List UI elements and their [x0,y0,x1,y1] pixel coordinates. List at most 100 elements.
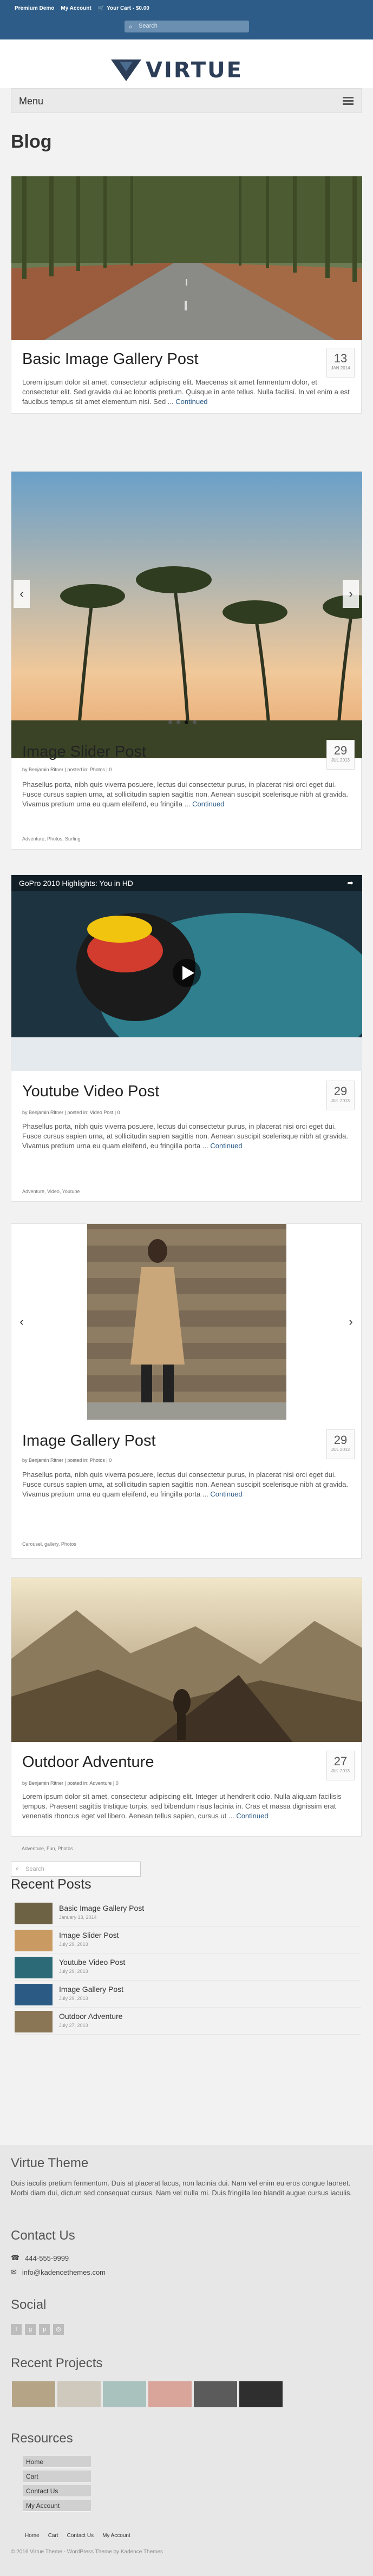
continued-link[interactable]: Continued [210,1490,242,1498]
project-thumb[interactable] [239,2381,283,2407]
recent-projects [12,2381,283,2407]
post-excerpt: Phasellus porta, nibh quis viverra posue… [22,780,352,809]
resources-link-contact[interactable]: Contact Us [23,2485,91,2497]
recent-post-item[interactable]: Basic Image Gallery Post January 13, 2014 [15,1899,361,1926]
post-meta: by Benjamin Ritner | posted in: Photos |… [22,767,112,772]
logo-mark-icon [111,59,141,81]
footer-link-account[interactable]: My Account [102,2533,130,2539]
post-excerpt: Lorem ipsum dolor sit amet, consectetur … [22,1792,352,1821]
contact-email[interactable]: ✉ info@kadencethemes.com [11,2268,106,2276]
post-date: 13 JAN 2014 [326,348,355,378]
post-excerpt: Phasellus porta, nibh quis viverra posue… [22,1470,352,1499]
page-title: Blog [11,131,52,152]
copyright: © 2016 Virtue Theme - WordPress Theme by… [11,2549,163,2555]
project-thumb[interactable] [148,2381,192,2407]
post-card: Basic Image Gallery Post 13 JAN 2014 Lore… [11,176,362,414]
footer-link-contact[interactable]: Contact Us [67,2533,94,2539]
resources-link-cart[interactable]: Cart [23,2471,91,2482]
recent-post-title: Image Gallery Post [59,1985,124,1994]
dribbble-icon[interactable]: ◎ [53,2324,64,2335]
recent-post-title: Youtube Video Post [59,1958,126,1966]
post-month: JUL 2013 [331,1447,350,1452]
facebook-icon[interactable]: f [11,2324,22,2335]
post-day: 29 [333,1084,348,1098]
recent-post-thumb [15,2011,53,2032]
resources-link-account[interactable]: My Account [23,2500,91,2512]
post-day: 29 [333,744,348,757]
continued-link[interactable]: Continued [210,1142,242,1150]
top-bar: Premium Demo My Account 🛒 Your Cart - $0.… [0,0,373,39]
post-image[interactable] [87,1224,286,1420]
resources-link-home[interactable]: Home [23,2456,91,2468]
post-day: 13 [333,352,348,365]
post-card: GoPro 2010 Highlights: You in HD ➦ Youtu… [11,875,362,1202]
top-search-input[interactable]: ⌕ Search [125,21,249,32]
share-icon[interactable]: ➦ [347,878,354,888]
social-links: f g p ◎ [11,2324,64,2335]
post-tags[interactable]: Adventure, Photos, Surfing [22,836,81,842]
recent-post-date: July 29, 2013 [59,1969,88,1974]
hamburger-icon [343,95,354,105]
footer-bottom-nav: Home Cart Contact Us My Account [25,2533,130,2539]
gallery-next-icon[interactable]: › [343,1308,359,1336]
my-account-link[interactable]: My Account [61,5,91,11]
post-excerpt-text: Phasellus porta, nibh quis viverra posue… [22,1122,348,1150]
project-thumb[interactable] [103,2381,146,2407]
post-title[interactable]: Basic Image Gallery Post [22,350,199,368]
recent-post-title: Outdoor Adventure [59,2012,123,2021]
post-image[interactable] [11,176,362,340]
post-tags[interactable]: Adventure, Video, Youtube [22,1189,80,1194]
continued-link[interactable]: Continued [192,800,224,808]
project-thumb[interactable] [194,2381,237,2407]
post-month: JAN 2014 [331,366,350,370]
post-excerpt-text: Lorem ipsum dolor sit amet, consectetur … [22,1792,342,1820]
post-image[interactable] [11,1578,362,1742]
post-card: ‹ › Image Slider Post 29 JUL 2013 by Benj… [11,471,362,850]
footer-link-cart[interactable]: Cart [48,2533,58,2539]
post-excerpt: Phasellus porta, nibh quis viverra posue… [22,1122,352,1151]
recent-post-item[interactable]: Image Gallery Post July 29, 2013 [15,1981,361,2008]
post-tags[interactable]: Carousel, gallery, Photos [22,1541,76,1547]
project-thumb[interactable] [12,2381,55,2407]
site-logo[interactable]: VIRTUE [111,58,243,83]
cart-link[interactable]: 🛒 Your Cart - $0.00 [98,5,149,11]
continued-link[interactable]: Continued [175,398,207,406]
slider-prev-icon[interactable]: ‹ [14,580,30,608]
video-player[interactable] [11,875,362,1071]
post-day: 29 [333,1433,348,1447]
post-excerpt-text: Phasellus porta, nibh quis viverra posue… [22,1471,348,1498]
footer-link-home[interactable]: Home [25,2533,40,2539]
post-slider[interactable] [11,472,362,758]
mobile-menu-toggle[interactable]: Menu [11,88,362,113]
search-icon: ⌕ [16,1865,19,1872]
search-icon: ⌕ [129,23,133,30]
pinterest-icon[interactable]: p [39,2324,50,2335]
slider-dots[interactable] [168,720,197,724]
phone-number: 444-555-9999 [25,2254,69,2262]
cart-label: Your Cart - $0.00 [107,5,149,11]
recent-post-date: July 29, 2013 [59,1996,88,2001]
recent-post-item[interactable]: Outdoor Adventure July 27, 2013 [15,2008,361,2035]
recent-post-thumb [15,1957,53,1978]
recent-post-item[interactable]: Image Slider Post July 29, 2013 [15,1926,361,1953]
footer-about-title: Virtue Theme [11,2156,89,2170]
logo-text: VIRTUE [146,58,243,83]
footer-about-text: Duis iaculis pretium fermentum. Duis at … [11,2179,352,2197]
google-plus-icon[interactable]: g [25,2324,36,2335]
project-thumb[interactable] [57,2381,101,2407]
premium-demo-link[interactable]: Premium Demo [15,5,54,11]
post-meta: by Benjamin Ritner | posted in: Photos |… [22,1458,112,1463]
post-title[interactable]: Youtube Video Post [22,1083,159,1101]
post-title[interactable]: Outdoor Adventure [22,1753,154,1771]
gallery-prev-icon[interactable]: ‹ [14,1308,30,1336]
video-title[interactable]: GoPro 2010 Highlights: You in HD [19,879,133,888]
post-tags[interactable]: Adventure, Fun, Photos [22,1846,73,1851]
recent-post-item[interactable]: Youtube Video Post July 29, 2013 [15,1953,361,1981]
recent-post-date: July 27, 2013 [59,2023,88,2028]
post-title[interactable]: Image Slider Post [22,743,146,761]
slider-next-icon[interactable]: › [343,580,359,608]
recent-post-thumb [15,1984,53,2005]
post-title[interactable]: Image Gallery Post [22,1432,156,1450]
sidebar-search-input[interactable]: ⌕ Search [11,1862,141,1877]
continued-link[interactable]: Continued [236,1812,268,1820]
